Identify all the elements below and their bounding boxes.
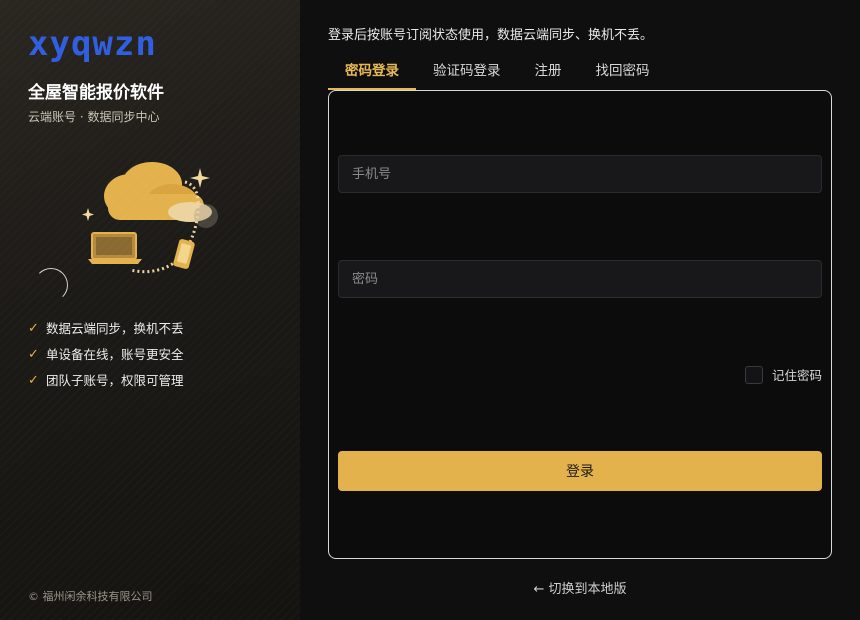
brand-title: 全屋智能报价软件 <box>28 83 164 103</box>
password-input[interactable] <box>338 260 822 298</box>
notice-text: 登录后按账号订阅状态使用，数据云端同步、换机不丢。 <box>328 28 654 43</box>
switch-local-version: ← 切换到本地版 <box>0 578 860 597</box>
loading-spinner-icon <box>34 268 68 302</box>
phone-input[interactable] <box>338 155 822 193</box>
feature-text: 单设备在线，账号更安全 <box>46 347 184 362</box>
left-panel: xyqwzn 全屋智能报价软件 云端账号 · 数据同步中心 ✓ 数据云端同步，换机… <box>0 0 300 620</box>
feature-item: ✓ 单设备在线，账号更安全 <box>28 342 184 368</box>
check-icon: ✓ <box>28 321 39 336</box>
login-button[interactable]: 登录 <box>338 451 822 491</box>
feature-item: ✓ 团队子账号，权限可管理 <box>28 368 184 394</box>
check-icon: ✓ <box>28 373 39 388</box>
brand-subtitle: 云端账号 · 数据同步中心 <box>28 110 160 124</box>
tab-recover-password[interactable]: 找回密码 <box>579 56 667 90</box>
tab-password-login[interactable]: 密码登录 <box>328 56 416 90</box>
feature-list: ✓ 数据云端同步，换机不丢 ✓ 单设备在线，账号更安全 ✓ 团队子账号，权限可管理 <box>28 316 184 394</box>
remember-password: 记住密码 <box>744 365 822 384</box>
feature-text: 数据云端同步，换机不丢 <box>46 321 184 336</box>
remember-label[interactable]: 记住密码 <box>772 365 822 384</box>
login-card: 记住密码 登录 <box>328 90 832 559</box>
tab-code-login[interactable]: 验证码登录 <box>416 56 518 90</box>
auth-tabs: 密码登录 验证码登录 注册 找回密码 <box>328 56 667 90</box>
tab-register[interactable]: 注册 <box>518 56 579 90</box>
check-icon: ✓ <box>28 347 39 362</box>
switch-local-link[interactable]: ← 切换到本地版 <box>533 582 626 597</box>
remember-checkbox[interactable] <box>744 365 763 384</box>
brand-logo: xyqwzn <box>28 24 157 64</box>
feature-item: ✓ 数据云端同步，换机不丢 <box>28 316 184 342</box>
feature-text: 团队子账号，权限可管理 <box>46 373 184 388</box>
